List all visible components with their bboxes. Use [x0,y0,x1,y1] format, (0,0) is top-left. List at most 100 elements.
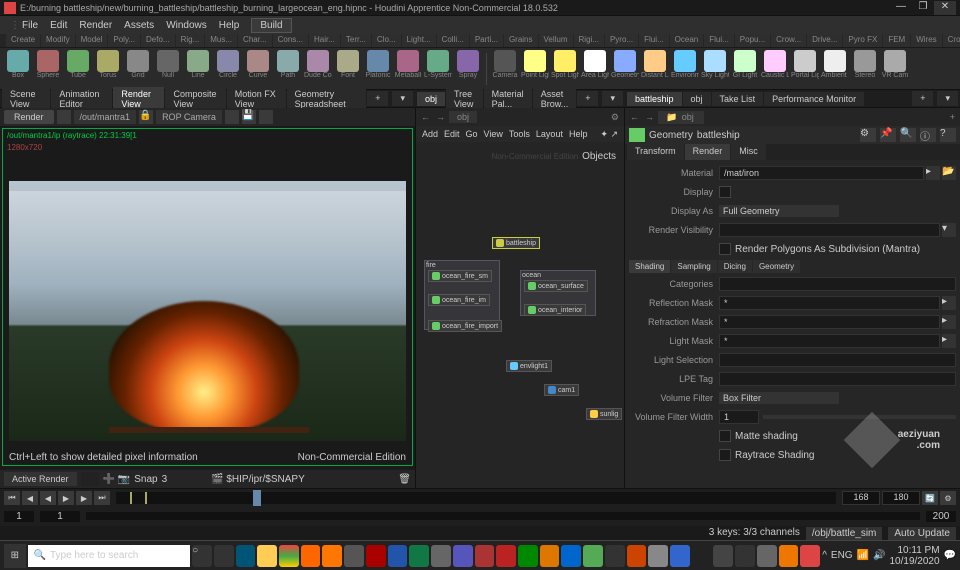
shelf-tool-line[interactable]: Line [184,50,212,88]
lightmask-picker-icon[interactable]: ▸ [942,334,956,348]
render-button[interactable]: Render [4,110,54,124]
shelf-tab[interactable]: FEM [883,34,910,47]
app-icon-7[interactable] [540,545,560,567]
cancel-render-icon[interactable] [57,110,71,124]
tray-wifi-icon[interactable]: 📶 [857,550,869,561]
volfiltw-field[interactable]: 1 [719,410,759,424]
tab-render[interactable]: Render [685,144,731,160]
end-frame[interactable]: 200 [926,511,956,522]
render-viewport[interactable]: /out/mantra1/ip (raytrace) 22:31:39[1 12… [2,128,413,466]
app-icon-4[interactable] [475,545,495,567]
parm-fwd-icon[interactable]: → [643,112,656,122]
volfiltw-slider[interactable] [763,415,956,419]
menu-windows[interactable]: Windows [160,20,213,31]
lock-icon[interactable]: 🔒 [139,110,153,124]
pane-tab[interactable]: Composite View [165,87,225,111]
shelf-tool-sphere[interactable]: Sphere [34,50,62,88]
shelf-tab[interactable]: Char... [238,34,272,47]
shelf-tool-stereo[interactable]: Stereo [851,50,879,88]
app-icon-3[interactable] [431,545,451,567]
pane-tab[interactable]: Tree View [446,87,483,111]
teams-icon[interactable] [453,545,473,567]
pane-menu-icon[interactable]: ▾ [392,91,413,106]
app-icon-14[interactable] [692,545,712,567]
range-slider[interactable] [86,512,920,520]
shelf-tab[interactable]: Parti... [470,34,503,47]
parm-path[interactable]: 📁 obj [658,111,704,124]
node-name[interactable]: battleship [697,130,856,141]
shelf-tab[interactable]: Clo... [372,34,401,47]
firefox-icon[interactable] [301,545,321,567]
delete-snapshot-icon[interactable]: 🗑 [398,474,411,485]
hip-path[interactable]: 🎬 $HIP/ipr/$SNAPY [211,474,305,485]
app-icon-13[interactable] [670,545,690,567]
node-battleship[interactable]: battleship [492,237,540,249]
pane-tab[interactable]: obj [683,92,711,106]
shelf-tool-null[interactable]: Null [154,50,182,88]
pane-tab[interactable]: Scene View [2,87,50,111]
app-icon-10[interactable] [605,545,625,567]
prev-frame-button[interactable]: ◀ [22,491,38,505]
pane-tab[interactable]: Performance Monitor [764,92,864,106]
shelf-tool-box[interactable]: Box [4,50,32,88]
app-icon-6[interactable] [518,545,538,567]
shelf-tool-portal-light[interactable]: Portal Light [791,50,819,88]
app-icon-12[interactable] [648,545,668,567]
tray-date[interactable]: 10/19/2020 [889,556,939,567]
shelf-tab[interactable]: Hair... [309,34,340,47]
render-slot[interactable] [81,472,99,486]
shelf-tab[interactable]: Pyro... [605,34,638,47]
start-frame[interactable]: 1 [4,511,34,522]
next-frame-button[interactable]: ▶ [76,491,92,505]
desktop-selector[interactable]: Build [251,18,291,33]
taskbar-search[interactable]: 🔍 Type here to search [28,545,191,567]
shelf-tool-environment[interactable]: Environment [671,50,699,88]
netview-tools-icon[interactable]: ✦ ↗ [600,129,618,140]
gear-icon[interactable]: ⚙ [860,128,876,142]
node-sunlig[interactable]: sunlig [586,408,622,420]
auto-update[interactable]: Auto Update [888,527,956,540]
volfilt-select[interactable]: Box Filter [719,392,839,404]
pane-tab[interactable]: Material Pal... [484,87,532,111]
netview-menu-edit[interactable]: Edit [444,129,460,139]
tray-sound-icon[interactable]: 🔊 [873,550,885,561]
tray-up-icon[interactable]: ^ [822,550,827,561]
active-render-label[interactable]: Active Render [4,472,77,486]
add-snapshot-icon[interactable]: ➕ 📷 [103,474,131,485]
play-button[interactable]: ▶ [58,491,74,505]
subtab-geometry[interactable]: Geometry [753,260,800,273]
pane-tab[interactable]: battleship [627,92,682,106]
cat-field[interactable] [719,277,956,291]
app-icon-8[interactable] [561,545,581,567]
node-ocean_fire_im[interactable]: ocean_fire_im [428,294,490,306]
node-ocean_fire_import[interactable]: ocean_fire_import [428,320,502,332]
shelf-tool-spray[interactable]: Spray [454,50,482,88]
parm-back-icon[interactable]: ← [628,112,641,122]
search-parm-icon[interactable]: 🔍 [900,128,916,142]
reflmask-picker-icon[interactable]: ▸ [942,296,956,310]
lpe-field[interactable] [719,372,956,386]
app-icon-1[interactable] [344,545,364,567]
timeline-options-icon[interactable]: ⚙ [940,491,956,505]
network-options-icon[interactable]: ⚙ [609,112,621,123]
tray-notifications-icon[interactable]: 💬 [944,550,956,561]
reflmask-field[interactable]: * [719,296,940,310]
shelf-tab[interactable]: Defo... [141,34,175,47]
explorer-icon[interactable] [257,545,277,567]
shelf-tool-path[interactable]: Path [274,50,302,88]
refrmask-picker-icon[interactable]: ▸ [942,315,956,329]
display-checkbox[interactable] [719,186,731,198]
subtab-dicing[interactable]: Dicing [718,260,752,273]
shelf-tab[interactable]: Rigi... [574,34,604,47]
refrmask-field[interactable]: * [719,315,940,329]
shelf-tool-curve[interactable]: Curve [244,50,272,88]
shelf-tab[interactable]: Poly... [108,34,140,47]
node-ocean_interior[interactable]: ocean_interior [524,304,586,316]
edge-icon[interactable] [236,545,256,567]
camera-selector[interactable]: ROP Camera [156,110,222,124]
pane-tab[interactable]: obj [417,92,445,106]
node-ocean_fire_sm[interactable]: ocean_fire_sm [428,270,492,282]
view-options-icon[interactable] [225,110,239,124]
pane-tab[interactable]: Geometry Spreadsheet [287,87,367,111]
shelf-tool-tube[interactable]: Tube [64,50,92,88]
